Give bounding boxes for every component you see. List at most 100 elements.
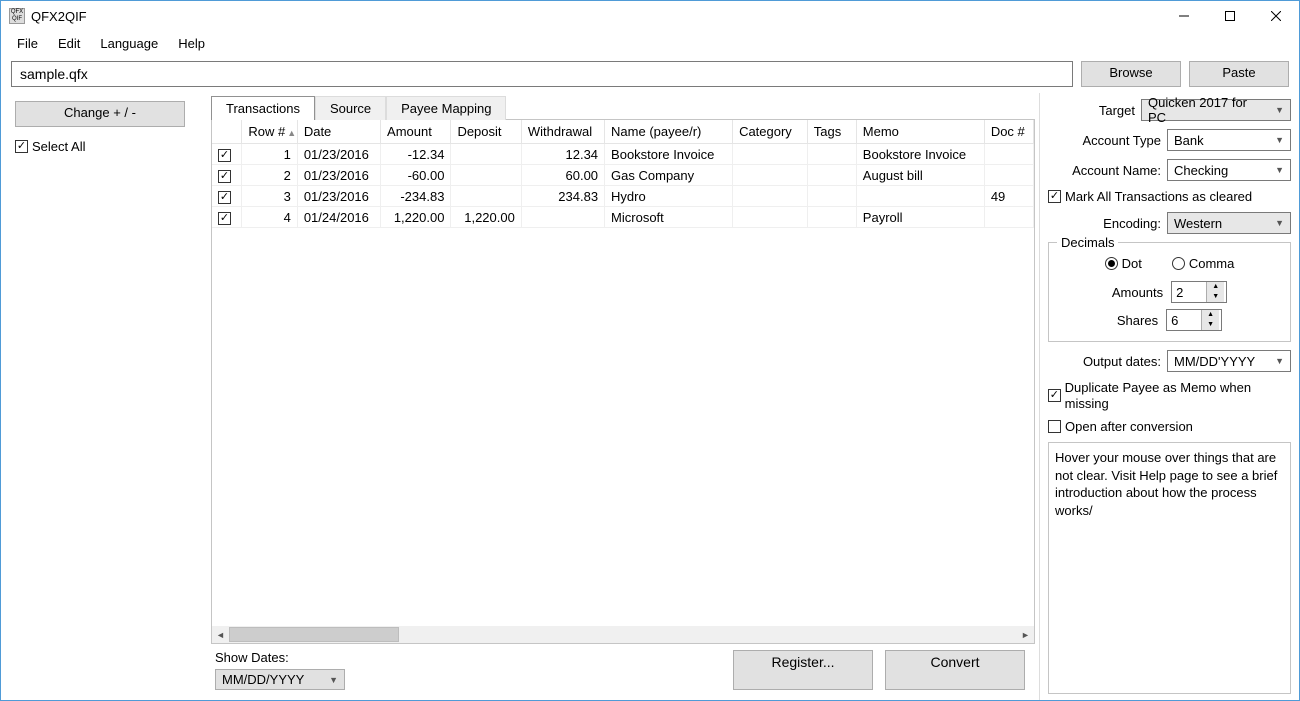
open-after-checkbox[interactable] (1048, 420, 1061, 433)
encoding-label: Encoding: (1103, 216, 1161, 231)
decimals-legend: Decimals (1057, 235, 1118, 250)
cell-date: 01/23/2016 (297, 144, 380, 165)
col-header-date[interactable]: Date (297, 120, 380, 144)
chevron-down-icon: ▼ (1275, 356, 1284, 366)
radio-dot-row[interactable]: Dot (1105, 256, 1142, 271)
app-icon: QFXQIF (9, 8, 25, 24)
tab-transactions[interactable]: Transactions (211, 96, 315, 120)
cell-date: 01/23/2016 (297, 165, 380, 186)
change-sign-button[interactable]: Change + / - (15, 101, 185, 127)
mark-cleared-checkbox[interactable]: ✓ (1048, 190, 1061, 203)
cell-memo: August bill (856, 165, 984, 186)
table-row[interactable]: ✓101/23/2016-12.3412.34Bookstore Invoice… (212, 144, 1034, 165)
cell-amount: 1,220.00 (381, 207, 451, 228)
col-header-category[interactable]: Category (733, 120, 808, 144)
col-header-amount[interactable]: Amount (381, 120, 451, 144)
mark-cleared-row[interactable]: ✓ Mark All Transactions as cleared (1048, 189, 1291, 204)
menu-edit[interactable]: Edit (48, 34, 90, 53)
account-type-select[interactable]: Bank▼ (1167, 129, 1291, 151)
open-after-row[interactable]: Open after conversion (1048, 419, 1291, 434)
row-checkbox[interactable]: ✓ (218, 191, 231, 204)
scroll-thumb[interactable] (229, 627, 399, 642)
col-header-doc[interactable]: Doc # (984, 120, 1033, 144)
shares-spinner[interactable]: ▲▼ (1166, 309, 1222, 331)
select-all-label: Select All (32, 139, 85, 154)
cell-deposit (451, 144, 521, 165)
select-all-checkbox[interactable]: ✓ (15, 140, 28, 153)
dup-payee-checkbox[interactable]: ✓ (1048, 389, 1061, 402)
register-button[interactable]: Register... (733, 650, 873, 690)
row-checkbox[interactable]: ✓ (218, 170, 231, 183)
menu-language[interactable]: Language (90, 34, 168, 53)
encoding-select[interactable]: Western▼ (1167, 212, 1291, 234)
select-all-row[interactable]: ✓ Select All (11, 135, 201, 158)
cell-tags (807, 207, 856, 228)
browse-button[interactable]: Browse (1081, 61, 1181, 87)
col-header-withdrawal[interactable]: Withdrawal (521, 120, 604, 144)
minimize-button[interactable] (1161, 1, 1207, 31)
table-row[interactable]: ✓401/24/20161,220.001,220.00MicrosoftPay… (212, 207, 1034, 228)
radio-comma[interactable] (1172, 257, 1185, 270)
hint-box: Hover your mouse over things that are no… (1048, 442, 1291, 694)
account-type-label: Account Type (1082, 133, 1161, 148)
menu-help[interactable]: Help (168, 34, 215, 53)
cell-withdrawal: 12.34 (521, 144, 604, 165)
account-name-label: Account Name: (1072, 163, 1161, 178)
amounts-input[interactable] (1172, 285, 1206, 300)
cell-withdrawal: 60.00 (521, 165, 604, 186)
tabstrip: Transactions Source Payee Mapping (211, 93, 1035, 119)
sort-asc-icon: ▲ (287, 128, 296, 138)
bottom-bar: Show Dates: MM/DD/YYYY ▼ Register... Con… (211, 644, 1035, 700)
row-checkbox[interactable]: ✓ (218, 149, 231, 162)
maximize-button[interactable] (1207, 1, 1253, 31)
target-select[interactable]: Quicken 2017 for PC▼ (1141, 99, 1291, 121)
spinner-up-icon[interactable]: ▲ (1202, 310, 1219, 320)
amounts-spinner[interactable]: ▲▼ (1171, 281, 1227, 303)
menubar: File Edit Language Help (1, 31, 1299, 55)
cell-deposit: 1,220.00 (451, 207, 521, 228)
target-label: Target (1099, 103, 1135, 118)
cell-tags (807, 144, 856, 165)
col-header-tags[interactable]: Tags (807, 120, 856, 144)
col-header-memo[interactable]: Memo (856, 120, 984, 144)
col-header-deposit[interactable]: Deposit (451, 120, 521, 144)
tab-payee-mapping[interactable]: Payee Mapping (386, 96, 506, 120)
cell-amount: -12.34 (381, 144, 451, 165)
main-area: Change + / - ✓ Select All Transactions S… (1, 93, 1299, 700)
cell-category (733, 186, 808, 207)
radio-dot[interactable] (1105, 257, 1118, 270)
table-row[interactable]: ✓301/23/2016-234.83234.83Hydro49 (212, 186, 1034, 207)
table-row[interactable]: ✓201/23/2016-60.0060.00Gas CompanyAugust… (212, 165, 1034, 186)
account-name-select[interactable]: Checking▼ (1167, 159, 1291, 181)
amounts-label: Amounts (1112, 285, 1163, 300)
spinner-up-icon[interactable]: ▲ (1207, 282, 1224, 292)
menu-file[interactable]: File (7, 34, 48, 53)
dup-payee-row[interactable]: ✓ Duplicate Payee as Memo when missing (1048, 380, 1291, 411)
output-dates-label: Output dates: (1083, 354, 1161, 369)
spinner-down-icon[interactable]: ▼ (1202, 320, 1219, 330)
paste-button[interactable]: Paste (1189, 61, 1289, 87)
col-header-name[interactable]: Name (payee/r) (605, 120, 733, 144)
scroll-left-icon[interactable]: ◄ (212, 626, 229, 643)
file-path-input[interactable] (11, 61, 1073, 87)
cell-name: Microsoft (605, 207, 733, 228)
close-button[interactable] (1253, 1, 1299, 31)
chevron-down-icon: ▼ (1275, 165, 1284, 175)
convert-button[interactable]: Convert (885, 650, 1025, 690)
radio-comma-row[interactable]: Comma (1172, 256, 1235, 271)
right-pane: Target Quicken 2017 for PC▼ Account Type… (1039, 93, 1299, 700)
window-title: QFX2QIF (31, 9, 87, 24)
show-dates-select[interactable]: MM/DD/YYYY ▼ (215, 669, 345, 690)
horizontal-scrollbar[interactable]: ◄ ► (212, 626, 1034, 643)
shares-input[interactable] (1167, 313, 1201, 328)
tab-source[interactable]: Source (315, 96, 386, 120)
col-header-check[interactable] (212, 120, 242, 144)
scroll-right-icon[interactable]: ► (1017, 626, 1034, 643)
col-header-row[interactable]: Row #▲ (242, 120, 297, 144)
row-checkbox[interactable]: ✓ (218, 212, 231, 225)
output-dates-select[interactable]: MM/DD'YYYY▼ (1167, 350, 1291, 372)
file-toolbar: Browse Paste (1, 55, 1299, 93)
cell-tags (807, 165, 856, 186)
cell-memo (856, 186, 984, 207)
spinner-down-icon[interactable]: ▼ (1207, 292, 1224, 302)
